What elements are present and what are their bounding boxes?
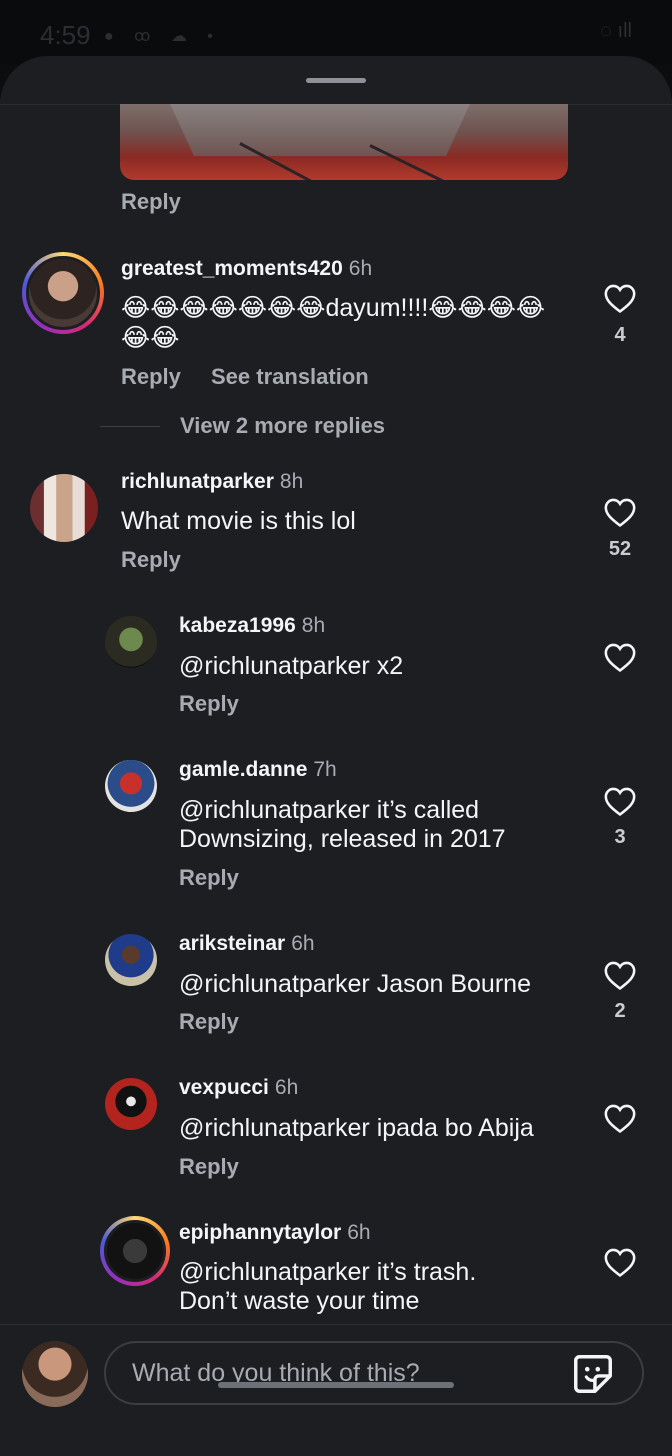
status-notification-icons: ● ꝏ ☁ • (104, 28, 221, 45)
like-heart-icon[interactable] (603, 1246, 637, 1278)
like-heart-icon[interactable] (603, 282, 637, 314)
reply-button[interactable]: Reply (179, 865, 239, 891)
view-replies-line (100, 426, 160, 427)
mention-link[interactable]: richlunatparker (204, 970, 369, 998)
current-user-avatar (22, 1341, 88, 1407)
mention-link[interactable]: richlunatparker (204, 796, 369, 824)
comment-text: 😂😂😂😂😂😂😂dayum!!!!😂😂😂😂 (121, 294, 546, 322)
status-time: 4:59 (40, 20, 91, 50)
threads-mention-icon: @ (179, 652, 205, 680)
avatar[interactable] (30, 474, 98, 542)
reply-text: @richlunatparker it’s trash. (179, 1258, 477, 1286)
threads-mention-icon: @ (179, 1258, 205, 1286)
reply-time: 6h (347, 1221, 371, 1244)
reply-time: 6h (274, 1076, 299, 1099)
reply-button[interactable]: Reply (179, 1154, 239, 1180)
comment-text: What movie is this lol (121, 507, 356, 535)
sticker-icon[interactable] (570, 1351, 616, 1397)
avatar[interactable] (22, 252, 104, 334)
mention-link[interactable]: richlunatparker (204, 652, 369, 680)
sheet-drag-handle[interactable] (306, 78, 366, 83)
status-system-icons: ◌ ıll (600, 20, 632, 42)
reply-time: 7h (313, 758, 337, 781)
reply-text: @richlunatparker ipada bo Abija (179, 1114, 534, 1142)
like-heart-icon[interactable] (603, 785, 637, 817)
reply-username[interactable]: vexpucci 6h (179, 1076, 298, 1100)
like-heart-icon[interactable] (603, 1102, 637, 1134)
comment-username[interactable]: greatest_moments420 6h (121, 257, 372, 281)
mention-link[interactable]: richlunatparker (204, 1258, 369, 1286)
reply-time: 6h (291, 932, 315, 955)
avatar-image (26, 256, 100, 330)
like-heart-icon[interactable] (603, 959, 637, 991)
comment-composer (0, 1324, 672, 1456)
reply-time: 8h (301, 614, 326, 637)
comment-username[interactable]: richlunatparker 8h (121, 470, 303, 494)
reply-button[interactable]: Reply (121, 547, 181, 573)
car-windshield-image (170, 104, 470, 156)
reply-button[interactable]: Reply (121, 364, 181, 390)
like-count: 4 (614, 324, 626, 346)
avatar[interactable] (100, 1216, 170, 1286)
comment-text-line2: 😂😂 (121, 324, 180, 352)
mention-link[interactable]: richlunatparker (204, 1114, 369, 1142)
comment-input[interactable] (104, 1341, 644, 1405)
like-count: 52 (608, 538, 632, 560)
reply-username[interactable]: epiphannytaylor 6h (179, 1221, 371, 1245)
reply-button[interactable]: Reply (121, 189, 181, 215)
avatar-image (104, 1220, 166, 1282)
like-heart-icon[interactable] (603, 496, 637, 528)
reply-text-line2: Don’t waste your time (179, 1287, 420, 1315)
threads-mention-icon: @ (179, 970, 205, 998)
reply-text: @richlunatparker it’s called (179, 796, 480, 824)
reply-text: @richlunatparker Jason Bourne (179, 970, 531, 998)
like-heart-icon[interactable] (603, 641, 637, 673)
like-count: 2 (614, 1000, 626, 1022)
reply-username[interactable]: ariksteinar 6h (179, 932, 315, 956)
comment-media-thumbnail[interactable] (120, 104, 568, 180)
reply-text: @richlunatparker x2 (179, 652, 404, 680)
comments-sheet: Reply greatest_moments420 6h 😂😂😂😂😂😂😂dayum… (0, 56, 672, 1456)
like-count: 3 (614, 826, 626, 848)
reply-button[interactable]: Reply (179, 1009, 239, 1035)
reply-text-line2: Downsizing, released in 2017 (179, 825, 506, 853)
see-translation-button[interactable]: See translation (211, 364, 369, 390)
avatar[interactable] (105, 934, 157, 986)
threads-mention-icon: @ (179, 796, 205, 824)
threads-mention-icon: @ (179, 1114, 205, 1142)
comment-time: 6h (348, 257, 373, 280)
avatar[interactable] (105, 616, 157, 668)
view-more-replies-button[interactable]: View 2 more replies (180, 413, 385, 439)
status-bar: 4:59 ● ꝏ ☁ • ◌ ıll (0, 0, 672, 64)
avatar[interactable] (105, 1078, 157, 1130)
reply-username[interactable]: gamle.danne 7h (179, 758, 337, 782)
comment-time: 8h (279, 470, 304, 493)
reply-button[interactable]: Reply (179, 691, 239, 717)
home-indicator[interactable] (218, 1382, 454, 1388)
avatar[interactable] (105, 760, 157, 812)
reply-username[interactable]: kabeza1996 8h (179, 614, 325, 638)
